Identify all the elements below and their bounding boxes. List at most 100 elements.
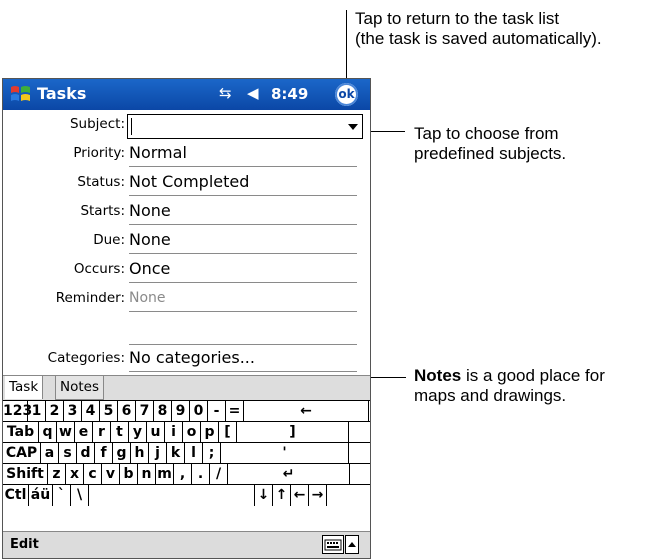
key-row4-7[interactable]: m bbox=[156, 464, 174, 485]
callout-ok-line bbox=[346, 10, 347, 82]
priority-row: Priority: Normal bbox=[3, 140, 370, 169]
key-row4-1[interactable]: z bbox=[48, 464, 66, 485]
key-row3-7[interactable]: j bbox=[149, 443, 167, 464]
key-row4-9[interactable]: . bbox=[192, 464, 210, 485]
categories-field[interactable]: No categories... bbox=[129, 347, 357, 372]
key-row2-9[interactable]: o bbox=[183, 422, 201, 443]
subject-row: Subject: bbox=[3, 111, 370, 140]
key-row1-2[interactable]: 2 bbox=[46, 401, 64, 422]
key-row1-0[interactable]: 123 bbox=[3, 401, 32, 422]
key-row3-4[interactable]: f bbox=[95, 443, 113, 464]
volume-icon[interactable]: ◀ bbox=[247, 84, 259, 102]
status-field[interactable]: Not Completed bbox=[129, 171, 357, 196]
connectivity-icon[interactable]: ⇆ bbox=[219, 84, 232, 102]
due-row: Due: None bbox=[3, 227, 370, 256]
key-row2-2[interactable]: w bbox=[57, 422, 75, 443]
key-row3-1[interactable]: a bbox=[41, 443, 59, 464]
key-row3-8[interactable]: k bbox=[167, 443, 185, 464]
status-label: Status: bbox=[77, 174, 125, 190]
title-bar: Tasks ⇆ ◀ 8:49 ok bbox=[3, 79, 370, 110]
due-field[interactable]: None bbox=[129, 229, 357, 254]
key-row1-11[interactable]: - bbox=[208, 401, 226, 422]
tab-notes[interactable]: Notes bbox=[55, 376, 104, 400]
key-row5-7[interactable]: ← bbox=[291, 485, 309, 506]
key-row3-3[interactable]: d bbox=[77, 443, 95, 464]
key-row2-8[interactable]: i bbox=[165, 422, 183, 443]
key-row4-6[interactable]: n bbox=[138, 464, 156, 485]
categories-row: Categories: No categories... bbox=[3, 345, 370, 374]
key-row2-0[interactable]: Tab bbox=[3, 422, 39, 443]
keyboard-row-4: Shift z x c v b n m,. / ↵ bbox=[3, 463, 370, 485]
key-row1-9[interactable]: 9 bbox=[172, 401, 190, 422]
tab-task[interactable]: Task bbox=[5, 376, 44, 399]
key-row3-9[interactable]: l bbox=[185, 443, 203, 464]
occurs-row: Occurs: Once bbox=[3, 256, 370, 285]
key-row2-1[interactable]: q bbox=[39, 422, 57, 443]
key-row1-5[interactable]: 5 bbox=[100, 401, 118, 422]
ok-button[interactable]: ok bbox=[335, 83, 358, 106]
subject-label: Subject: bbox=[69, 116, 125, 132]
input-selector-arrow[interactable] bbox=[345, 535, 359, 554]
key-row3-0[interactable]: CAP bbox=[3, 443, 41, 464]
key-row2-5[interactable]: t bbox=[111, 422, 129, 443]
key-row1-13[interactable]: ← bbox=[244, 401, 369, 422]
keyboard-row-1: 123 1 2 3 4 5 6 7 8 9 0- = ← bbox=[3, 400, 370, 422]
key-row4-3[interactable]: c bbox=[84, 464, 102, 485]
categories-label: Categories: bbox=[47, 350, 125, 366]
key-row4-8[interactable]: , bbox=[174, 464, 192, 485]
key-row4-5[interactable]: b bbox=[120, 464, 138, 485]
priority-field[interactable]: Normal bbox=[129, 142, 357, 167]
starts-field[interactable]: None bbox=[129, 200, 357, 225]
key-row3-2[interactable]: s bbox=[59, 443, 77, 464]
due-label: Due: bbox=[93, 232, 125, 248]
key-row4-2[interactable]: x bbox=[66, 464, 84, 485]
key-row5-4[interactable] bbox=[89, 485, 255, 506]
key-row1-6[interactable]: 6 bbox=[118, 401, 136, 422]
key-row3-6[interactable]: h bbox=[131, 443, 149, 464]
keyboard-row-5: Ctl áü ` \ ↓ ↑ ← → bbox=[3, 484, 370, 506]
key-row1-8[interactable]: 8 bbox=[154, 401, 172, 422]
key-row1-12[interactable]: = bbox=[226, 401, 244, 422]
keyboard-glyph-icon bbox=[324, 539, 342, 551]
starts-label: Starts: bbox=[80, 203, 125, 219]
key-row3-10[interactable]: ; bbox=[203, 443, 221, 464]
key-row2-10[interactable]: p bbox=[201, 422, 219, 443]
key-row3-11[interactable]: ' bbox=[221, 443, 349, 464]
pocketpc-screen: Tasks ⇆ ◀ 8:49 ok Subject: Priority: Nor… bbox=[2, 78, 371, 559]
key-row5-3[interactable]: \ bbox=[71, 485, 89, 506]
key-row5-0[interactable]: Ctl bbox=[3, 485, 29, 506]
clock[interactable]: 8:49 bbox=[271, 85, 308, 103]
key-row1-7[interactable]: 7 bbox=[136, 401, 154, 422]
subject-input[interactable] bbox=[127, 114, 363, 139]
key-row4-11[interactable]: ↵ bbox=[228, 464, 350, 485]
key-row2-6[interactable]: y bbox=[129, 422, 147, 443]
key-row2-11[interactable]: [ bbox=[219, 422, 237, 443]
key-row3-5[interactable]: g bbox=[113, 443, 131, 464]
key-row2-4[interactable]: r bbox=[93, 422, 111, 443]
key-row5-2[interactable]: ` bbox=[53, 485, 71, 506]
keyboard-icon[interactable] bbox=[322, 535, 344, 554]
key-row5-5[interactable]: ↓ bbox=[255, 485, 273, 506]
key-row2-7[interactable]: u bbox=[147, 422, 165, 443]
key-row5-6[interactable]: ↑ bbox=[273, 485, 291, 506]
occurs-field[interactable]: Once bbox=[129, 258, 357, 283]
key-row4-10[interactable]: / bbox=[210, 464, 228, 485]
key-row4-4[interactable]: v bbox=[102, 464, 120, 485]
key-row5-8[interactable]: → bbox=[309, 485, 327, 506]
callout-notes: Notes is a good place for maps and drawi… bbox=[414, 366, 605, 405]
key-row4-0[interactable]: Shift bbox=[3, 464, 48, 485]
command-bar: Edit bbox=[3, 531, 370, 558]
key-row2-3[interactable]: e bbox=[75, 422, 93, 443]
edit-menu[interactable]: Edit bbox=[10, 537, 39, 552]
key-row1-1[interactable]: 1 bbox=[28, 401, 46, 422]
soft-keyboard: 123 1 2 3 4 5 6 7 8 9 0- = ← Tab q w e r t y u i o p[] CAP a s d f… bbox=[3, 400, 370, 530]
key-row2-12[interactable]: ] bbox=[237, 422, 349, 443]
key-row5-1[interactable]: áü bbox=[29, 485, 53, 506]
status-row: Status: Not Completed bbox=[3, 169, 370, 198]
start-menu-icon[interactable] bbox=[9, 83, 33, 105]
key-row1-4[interactable]: 4 bbox=[82, 401, 100, 422]
key-row1-10[interactable]: 0 bbox=[190, 401, 208, 422]
reminder-field[interactable]: None bbox=[129, 287, 357, 312]
key-row1-3[interactable]: 3 bbox=[64, 401, 82, 422]
chevron-down-icon[interactable] bbox=[348, 124, 358, 130]
